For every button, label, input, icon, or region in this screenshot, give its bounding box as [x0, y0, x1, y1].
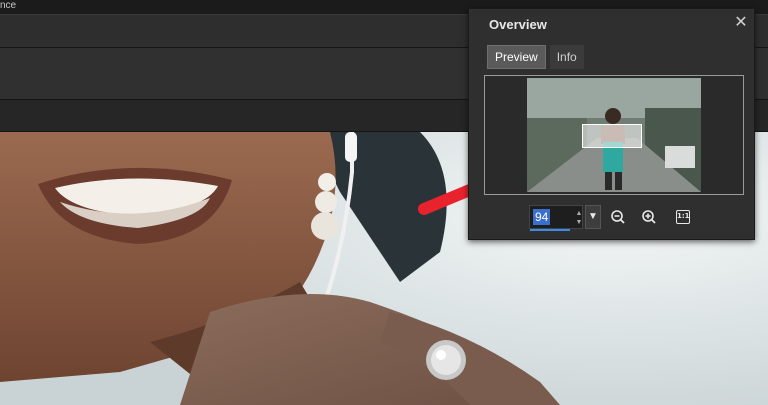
zoom-in-button[interactable]: [639, 207, 659, 227]
preview-frame[interactable]: [484, 75, 744, 195]
zoom-out-button[interactable]: [608, 207, 628, 227]
tab-info[interactable]: Info: [549, 45, 584, 69]
actual-size-button[interactable]: 1:1: [673, 207, 693, 227]
tab-preview[interactable]: Preview: [487, 45, 546, 69]
viewport-rectangle[interactable]: [582, 124, 642, 148]
overview-panel: Overview ✕ Preview Info 94 ▲ ▼ ▼ 1:1: [468, 8, 755, 240]
zoom-out-icon: [611, 210, 625, 224]
spinner-arrows-icon[interactable]: ▲ ▼: [574, 209, 584, 227]
overview-tabs: Preview Info: [487, 45, 584, 69]
actual-size-icon: 1:1: [676, 210, 690, 224]
zoom-in-icon: [642, 210, 656, 224]
window-title: nce: [0, 0, 17, 11]
panel-title: Overview: [489, 17, 547, 32]
zoom-control: 94 ▲ ▼ ▼: [529, 205, 603, 231]
zoom-dropdown-button[interactable]: ▼: [585, 205, 601, 229]
zoom-input[interactable]: 94 ▲ ▼: [529, 205, 584, 231]
zoom-value[interactable]: 94: [533, 209, 551, 225]
zoom-slider-track[interactable]: [530, 229, 570, 231]
close-icon[interactable]: ✕: [732, 14, 750, 32]
